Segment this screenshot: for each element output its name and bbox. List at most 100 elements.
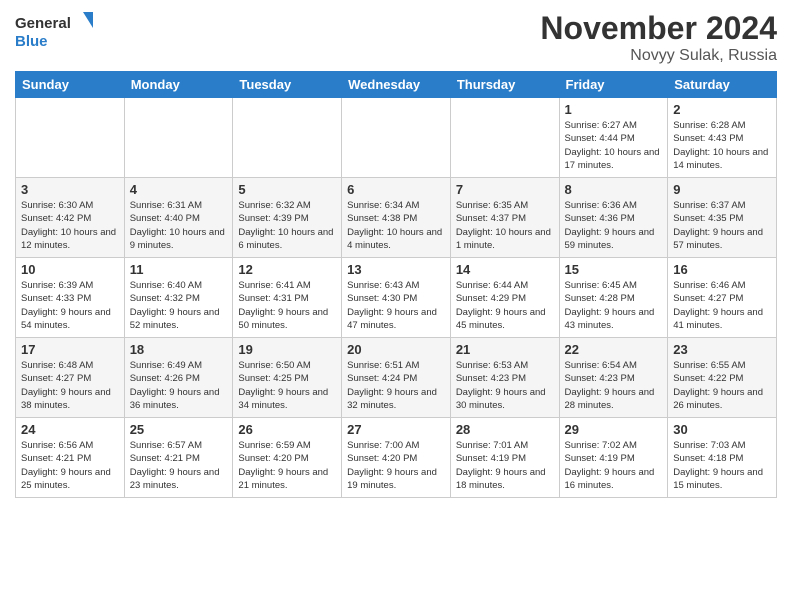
- table-row: 29Sunrise: 7:02 AM Sunset: 4:19 PM Dayli…: [559, 418, 668, 498]
- cell-date: 2: [673, 102, 771, 117]
- header: General Blue November 2024 Novyy Sulak, …: [15, 10, 777, 65]
- cell-info: Sunrise: 6:49 AM Sunset: 4:26 PM Dayligh…: [130, 359, 228, 412]
- cell-info: Sunrise: 6:53 AM Sunset: 4:23 PM Dayligh…: [456, 359, 554, 412]
- col-monday: Monday: [124, 72, 233, 98]
- cell-info: Sunrise: 6:34 AM Sunset: 4:38 PM Dayligh…: [347, 199, 445, 252]
- col-wednesday: Wednesday: [342, 72, 451, 98]
- cell-date: 30: [673, 422, 771, 437]
- table-row: 23Sunrise: 6:55 AM Sunset: 4:22 PM Dayli…: [668, 338, 777, 418]
- cell-date: 21: [456, 342, 554, 357]
- cell-info: Sunrise: 6:45 AM Sunset: 4:28 PM Dayligh…: [565, 279, 663, 332]
- cell-info: Sunrise: 6:59 AM Sunset: 4:20 PM Dayligh…: [238, 439, 336, 492]
- cell-date: 4: [130, 182, 228, 197]
- table-row: [124, 98, 233, 178]
- cell-date: 18: [130, 342, 228, 357]
- table-row: 9 Sunrise: 6:37 AM Sunset: 4:35 PM Daylig…: [668, 178, 777, 258]
- table-row: 3 Sunrise: 6:30 AM Sunset: 4:42 PM Daylig…: [16, 178, 125, 258]
- cell-date: 15: [565, 262, 663, 277]
- cell-date: 9: [673, 182, 771, 197]
- logo: General Blue: [15, 10, 95, 55]
- col-sunday: Sunday: [16, 72, 125, 98]
- cell-date: 22: [565, 342, 663, 357]
- cell-info: Sunrise: 6:56 AM Sunset: 4:21 PM Dayligh…: [21, 439, 119, 492]
- table-row: 15 Sunrise: 6:45 AM Sunset: 4:28 PM Dayli…: [559, 258, 668, 338]
- cell-date: 3: [21, 182, 119, 197]
- header-row: Sunday Monday Tuesday Wednesday Thursday…: [16, 72, 777, 98]
- cell-info: Sunrise: 7:01 AM Sunset: 4:19 PM Dayligh…: [456, 439, 554, 492]
- cell-date: 12: [238, 262, 336, 277]
- cell-info: Sunrise: 6:43 AM Sunset: 4:30 PM Dayligh…: [347, 279, 445, 332]
- cell-date: 29: [565, 422, 663, 437]
- title-block: November 2024 Novyy Sulak, Russia: [540, 10, 777, 65]
- cell-date: 10: [21, 262, 119, 277]
- cell-date: 8: [565, 182, 663, 197]
- cell-date: 14: [456, 262, 554, 277]
- table-row: 14 Sunrise: 6:44 AM Sunset: 4:29 PM Dayli…: [450, 258, 559, 338]
- cell-date: 13: [347, 262, 445, 277]
- cell-date: 17: [21, 342, 119, 357]
- col-friday: Friday: [559, 72, 668, 98]
- cell-info: Sunrise: 6:57 AM Sunset: 4:21 PM Dayligh…: [130, 439, 228, 492]
- table-row: 30Sunrise: 7:03 AM Sunset: 4:18 PM Dayli…: [668, 418, 777, 498]
- table-row: 1Sunrise: 6:27 AM Sunset: 4:44 PM Daylig…: [559, 98, 668, 178]
- table-row: 24Sunrise: 6:56 AM Sunset: 4:21 PM Dayli…: [16, 418, 125, 498]
- logo-svg: General Blue: [15, 10, 95, 55]
- calendar-week-2: 10 Sunrise: 6:39 AM Sunset: 4:33 PM Dayli…: [16, 258, 777, 338]
- cell-date: 20: [347, 342, 445, 357]
- location-title: Novyy Sulak, Russia: [540, 47, 777, 65]
- table-row: 5 Sunrise: 6:32 AM Sunset: 4:39 PM Daylig…: [233, 178, 342, 258]
- table-row: 28 Sunrise: 7:01 AM Sunset: 4:19 PM Dayli…: [450, 418, 559, 498]
- cell-date: 19: [238, 342, 336, 357]
- cell-date: 25: [130, 422, 228, 437]
- table-row: 6 Sunrise: 6:34 AM Sunset: 4:38 PM Daylig…: [342, 178, 451, 258]
- table-row: 25 Sunrise: 6:57 AM Sunset: 4:21 PM Dayli…: [124, 418, 233, 498]
- table-row: 16 Sunrise: 6:46 AM Sunset: 4:27 PM Dayli…: [668, 258, 777, 338]
- table-row: [16, 98, 125, 178]
- cell-date: 28: [456, 422, 554, 437]
- table-row: [233, 98, 342, 178]
- table-row: 27Sunrise: 7:00 AM Sunset: 4:20 PM Dayli…: [342, 418, 451, 498]
- cell-info: Sunrise: 6:36 AM Sunset: 4:36 PM Dayligh…: [565, 199, 663, 252]
- cell-date: 1: [565, 102, 663, 117]
- table-row: 26Sunrise: 6:59 AM Sunset: 4:20 PM Dayli…: [233, 418, 342, 498]
- cell-date: 7: [456, 182, 554, 197]
- cell-info: Sunrise: 6:44 AM Sunset: 4:29 PM Dayligh…: [456, 279, 554, 332]
- calendar-table: Sunday Monday Tuesday Wednesday Thursday…: [15, 71, 777, 498]
- table-row: 7 Sunrise: 6:35 AM Sunset: 4:37 PM Daylig…: [450, 178, 559, 258]
- table-row: 8 Sunrise: 6:36 AM Sunset: 4:36 PM Daylig…: [559, 178, 668, 258]
- table-row: 21 Sunrise: 6:53 AM Sunset: 4:23 PM Dayli…: [450, 338, 559, 418]
- cell-info: Sunrise: 6:48 AM Sunset: 4:27 PM Dayligh…: [21, 359, 119, 412]
- cell-info: Sunrise: 6:37 AM Sunset: 4:35 PM Dayligh…: [673, 199, 771, 252]
- cell-date: 6: [347, 182, 445, 197]
- svg-text:General: General: [15, 15, 71, 32]
- col-thursday: Thursday: [450, 72, 559, 98]
- table-row: [342, 98, 451, 178]
- month-title: November 2024: [540, 10, 777, 47]
- table-row: 2 Sunrise: 6:28 AM Sunset: 4:43 PM Daylig…: [668, 98, 777, 178]
- cell-date: 16: [673, 262, 771, 277]
- table-row: [450, 98, 559, 178]
- cell-info: Sunrise: 6:32 AM Sunset: 4:39 PM Dayligh…: [238, 199, 336, 252]
- calendar-week-0: 1Sunrise: 6:27 AM Sunset: 4:44 PM Daylig…: [16, 98, 777, 178]
- cell-info: Sunrise: 6:39 AM Sunset: 4:33 PM Dayligh…: [21, 279, 119, 332]
- cell-info: Sunrise: 6:30 AM Sunset: 4:42 PM Dayligh…: [21, 199, 119, 252]
- cell-info: Sunrise: 6:51 AM Sunset: 4:24 PM Dayligh…: [347, 359, 445, 412]
- cell-info: Sunrise: 6:28 AM Sunset: 4:43 PM Dayligh…: [673, 119, 771, 172]
- cell-date: 27: [347, 422, 445, 437]
- cell-info: Sunrise: 6:31 AM Sunset: 4:40 PM Dayligh…: [130, 199, 228, 252]
- col-saturday: Saturday: [668, 72, 777, 98]
- cell-info: Sunrise: 6:40 AM Sunset: 4:32 PM Dayligh…: [130, 279, 228, 332]
- table-row: 22 Sunrise: 6:54 AM Sunset: 4:23 PM Dayli…: [559, 338, 668, 418]
- table-row: 4 Sunrise: 6:31 AM Sunset: 4:40 PM Daylig…: [124, 178, 233, 258]
- table-row: 18 Sunrise: 6:49 AM Sunset: 4:26 PM Dayli…: [124, 338, 233, 418]
- cell-info: Sunrise: 6:46 AM Sunset: 4:27 PM Dayligh…: [673, 279, 771, 332]
- cell-info: Sunrise: 6:35 AM Sunset: 4:37 PM Dayligh…: [456, 199, 554, 252]
- table-row: 10 Sunrise: 6:39 AM Sunset: 4:33 PM Dayli…: [16, 258, 125, 338]
- table-row: 12Sunrise: 6:41 AM Sunset: 4:31 PM Dayli…: [233, 258, 342, 338]
- cell-date: 23: [673, 342, 771, 357]
- cell-info: Sunrise: 6:54 AM Sunset: 4:23 PM Dayligh…: [565, 359, 663, 412]
- table-row: 19 Sunrise: 6:50 AM Sunset: 4:25 PM Dayli…: [233, 338, 342, 418]
- cell-info: Sunrise: 6:50 AM Sunset: 4:25 PM Dayligh…: [238, 359, 336, 412]
- cell-date: 5: [238, 182, 336, 197]
- cell-date: 11: [130, 262, 228, 277]
